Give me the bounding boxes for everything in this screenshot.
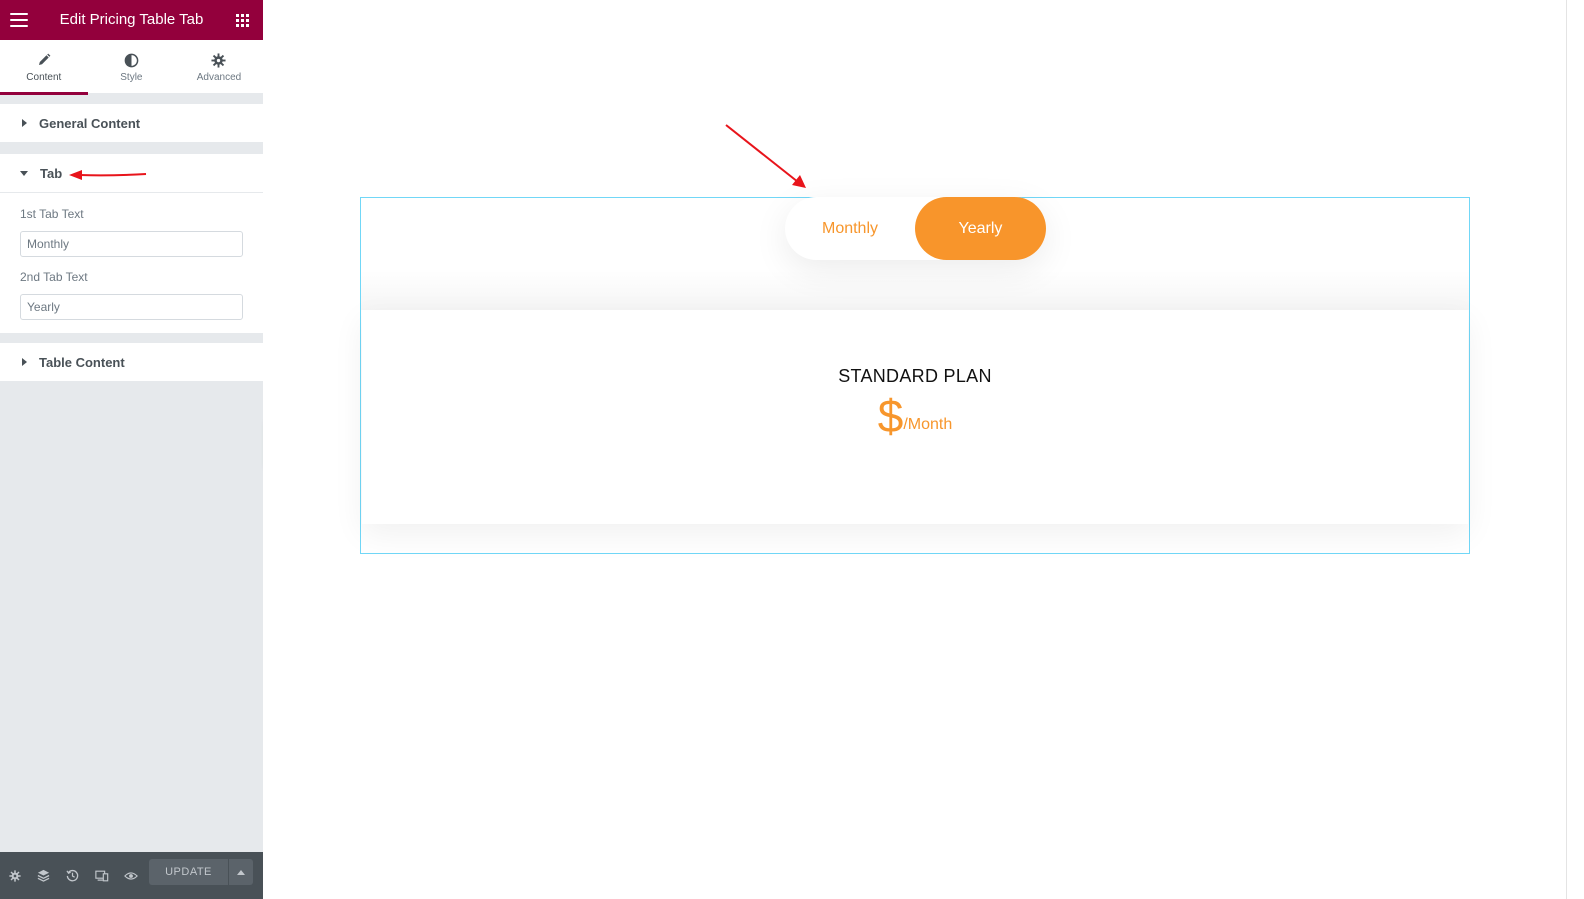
pricing-plan-card: STANDARD PLAN $ /Month	[362, 310, 1468, 524]
tab-advanced[interactable]: Advanced	[175, 40, 263, 94]
second-tab-text-label: 2nd Tab Text	[20, 270, 88, 284]
section-tab: Tab 1st Tab Text 2nd Tab Text	[0, 154, 263, 333]
update-options-button[interactable]	[229, 859, 253, 885]
currency-symbol: $	[877, 390, 904, 442]
contrast-icon	[124, 51, 139, 69]
layers-icon[interactable]	[29, 852, 58, 899]
caret-down-icon	[20, 170, 28, 176]
editor-panel: Edit Pricing Table Tab Content Style Adv…	[0, 0, 263, 899]
pricing-tab-toggle: Monthly Yearly	[785, 197, 1046, 260]
widgets-grid-icon[interactable]	[236, 14, 249, 27]
section-title: Table Content	[39, 354, 125, 370]
panel-title: Edit Pricing Table Tab	[59, 11, 204, 28]
panel-header: Edit Pricing Table Tab	[0, 0, 263, 40]
section-table-content-header[interactable]: Table Content	[0, 343, 263, 381]
tab-monthly[interactable]: Monthly	[785, 197, 915, 260]
tab-content[interactable]: Content	[0, 40, 88, 95]
first-tab-text-label: 1st Tab Text	[20, 207, 84, 221]
responsive-icon[interactable]	[87, 852, 116, 899]
section-general-content-header[interactable]: General Content	[0, 104, 263, 142]
preview-icon[interactable]	[116, 852, 145, 899]
second-tab-text-input[interactable]	[20, 294, 243, 320]
caret-right-icon	[22, 358, 27, 366]
history-icon[interactable]	[58, 852, 87, 899]
section-tab-header[interactable]: Tab	[0, 154, 263, 192]
section-title: General Content	[39, 115, 141, 131]
panel-tabs: Content Style Advanced	[0, 40, 263, 95]
section-title: Tab	[40, 165, 63, 181]
editor-window: Edit Pricing Table Tab Content Style Adv…	[0, 0, 1584, 899]
gear-icon	[211, 51, 227, 69]
tab-yearly[interactable]: Yearly	[915, 197, 1046, 260]
plan-title: STANDARD PLAN	[838, 366, 992, 386]
tab-style-label: Style	[120, 72, 143, 83]
settings-icon[interactable]	[0, 852, 29, 899]
update-button[interactable]: UPDATE	[149, 859, 228, 885]
tab-content-label: Content	[26, 72, 62, 83]
section-table-content: Table Content	[0, 343, 263, 381]
panel-footer: UPDATE	[0, 852, 263, 899]
section-general-content: General Content	[0, 104, 263, 142]
caret-right-icon	[22, 119, 27, 127]
first-tab-text-input[interactable]	[20, 231, 243, 257]
section-tab-body: 1st Tab Text 2nd Tab Text	[0, 192, 263, 333]
tab-style[interactable]: Style	[88, 40, 176, 94]
caret-up-icon	[237, 869, 245, 875]
tab-advanced-label: Advanced	[196, 72, 242, 83]
price-line: $ /Month	[362, 392, 1468, 440]
canvas-scrollbar[interactable]	[1566, 0, 1567, 899]
pencil-icon	[37, 51, 51, 69]
price-period: /Month	[903, 416, 953, 433]
